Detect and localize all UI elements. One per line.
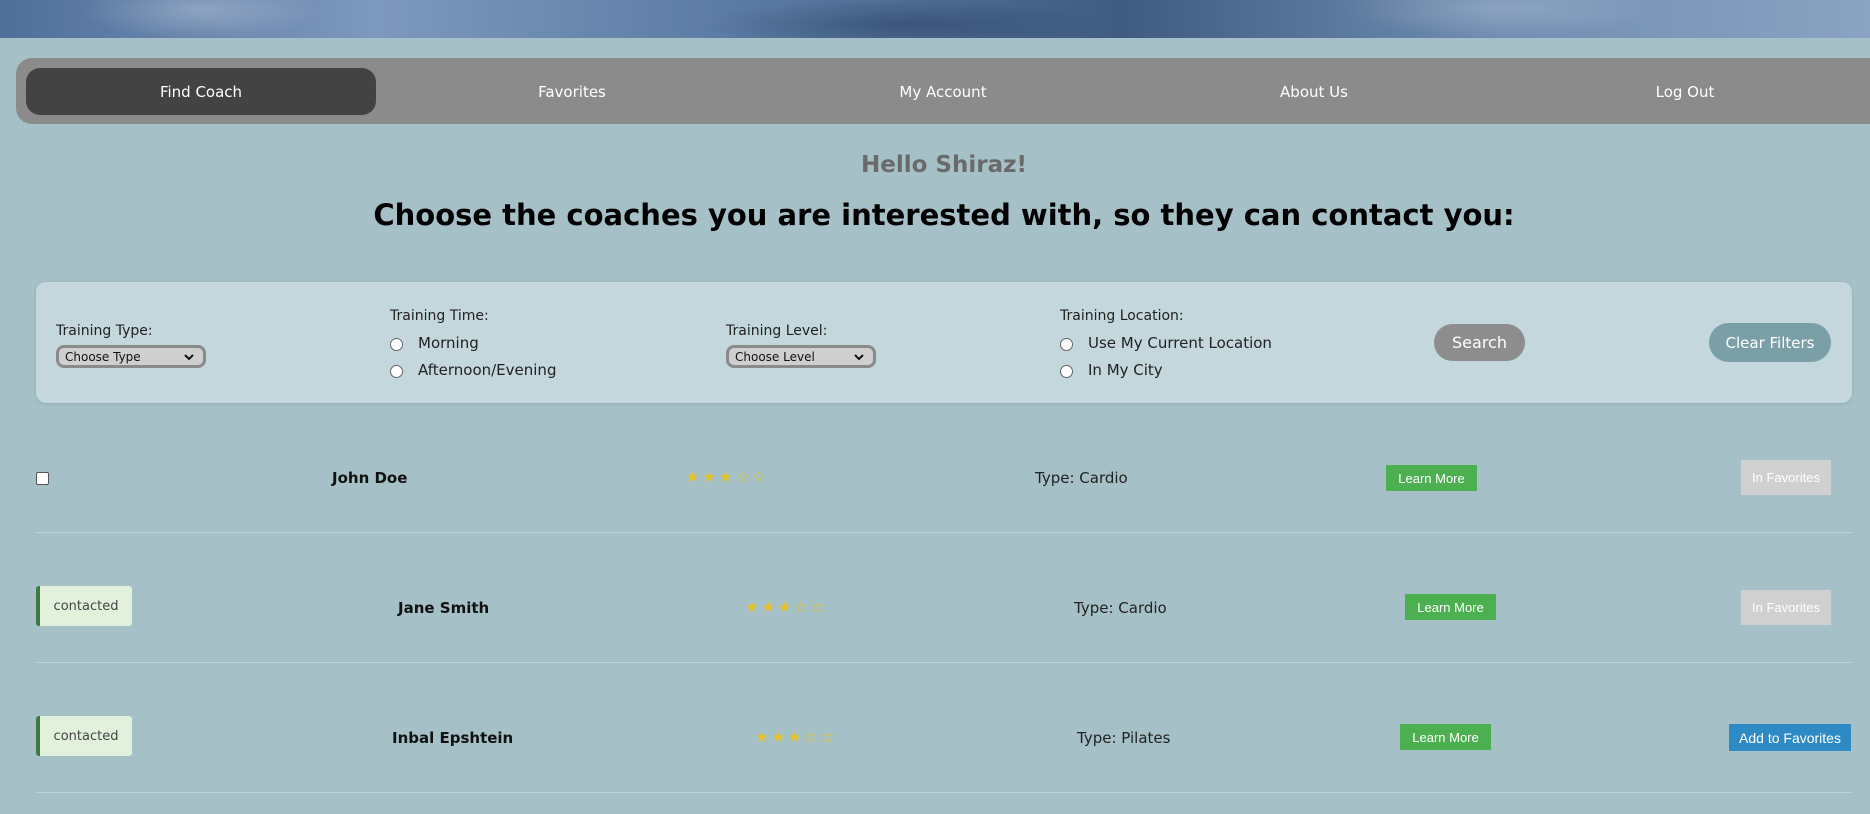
learn-more-button[interactable]: Learn More <box>1400 724 1491 750</box>
search-button[interactable]: Search <box>1434 324 1525 361</box>
filter-panel <box>36 282 1852 403</box>
radio-in-my-city[interactable]: In My City <box>1060 361 1163 379</box>
training-location-label: Training Location: <box>1060 308 1184 324</box>
coach-name: Jane Smith <box>398 599 490 617</box>
nav-log-out[interactable]: Log Out <box>1510 68 1860 115</box>
in-favorites-button[interactable]: In Favorites <box>1741 460 1831 495</box>
contacted-badge: contacted <box>36 586 132 626</box>
training-type-label: Training Type: <box>56 323 153 339</box>
coach-name: Inbal Epshtein <box>392 729 514 747</box>
nav-favorites[interactable]: Favorites <box>397 68 747 115</box>
main-nav: Find Coach Favorites My Account About Us… <box>16 58 1870 124</box>
radio-button[interactable] <box>390 338 403 351</box>
greeting-text: Hello Shiraz! <box>861 152 1027 178</box>
clear-filters-button[interactable]: Clear Filters <box>1709 323 1831 362</box>
in-favorites-button[interactable]: In Favorites <box>1741 590 1831 625</box>
learn-more-button[interactable]: Learn More <box>1386 465 1477 491</box>
radio-in-my-city-label: In My City <box>1088 361 1163 379</box>
header-banner-image <box>0 0 1870 38</box>
coach-name: John Doe <box>332 469 408 487</box>
learn-more-button[interactable]: Learn More <box>1405 594 1496 620</box>
training-level-select[interactable]: Choose Level <box>726 345 876 368</box>
training-level-value: Choose Level <box>735 349 815 364</box>
nav-about-us[interactable]: About Us <box>1139 68 1489 115</box>
contacted-badge: contacted <box>36 716 132 756</box>
radio-current-location[interactable]: Use My Current Location <box>1060 334 1272 352</box>
row-divider <box>36 792 1852 793</box>
rating-stars: ★★★☆☆ <box>686 468 769 486</box>
coach-type: Type: Cardio <box>1074 599 1167 617</box>
nav-find-coach[interactable]: Find Coach <box>26 68 376 115</box>
row-divider <box>36 532 1852 533</box>
coach-select-checkbox[interactable] <box>36 472 49 485</box>
radio-morning-label: Morning <box>418 334 479 352</box>
radio-afternoon-label: Afternoon/Evening <box>418 361 557 379</box>
chevron-down-icon <box>854 354 864 361</box>
training-type-value: Choose Type <box>65 349 141 364</box>
rating-stars: ★★★☆☆ <box>745 598 828 616</box>
rating-stars: ★★★☆☆ <box>755 728 838 746</box>
radio-button[interactable] <box>390 365 403 378</box>
radio-button[interactable] <box>1060 338 1073 351</box>
add-to-favorites-button[interactable]: Add to Favorites <box>1729 724 1851 751</box>
nav-my-account[interactable]: My Account <box>768 68 1118 115</box>
training-time-label: Training Time: <box>390 308 489 324</box>
coach-type: Type: Cardio <box>1035 469 1128 487</box>
page-subtitle: Choose the coaches you are interested wi… <box>373 198 1515 232</box>
training-level-label: Training Level: <box>726 323 828 339</box>
training-type-select[interactable]: Choose Type <box>56 345 206 368</box>
row-divider <box>36 662 1852 663</box>
coach-type: Type: Pilates <box>1077 729 1171 747</box>
radio-button[interactable] <box>1060 365 1073 378</box>
radio-afternoon-evening[interactable]: Afternoon/Evening <box>390 361 556 379</box>
chevron-down-icon <box>184 354 194 361</box>
radio-current-location-label: Use My Current Location <box>1088 334 1272 352</box>
radio-morning[interactable]: Morning <box>390 334 479 352</box>
